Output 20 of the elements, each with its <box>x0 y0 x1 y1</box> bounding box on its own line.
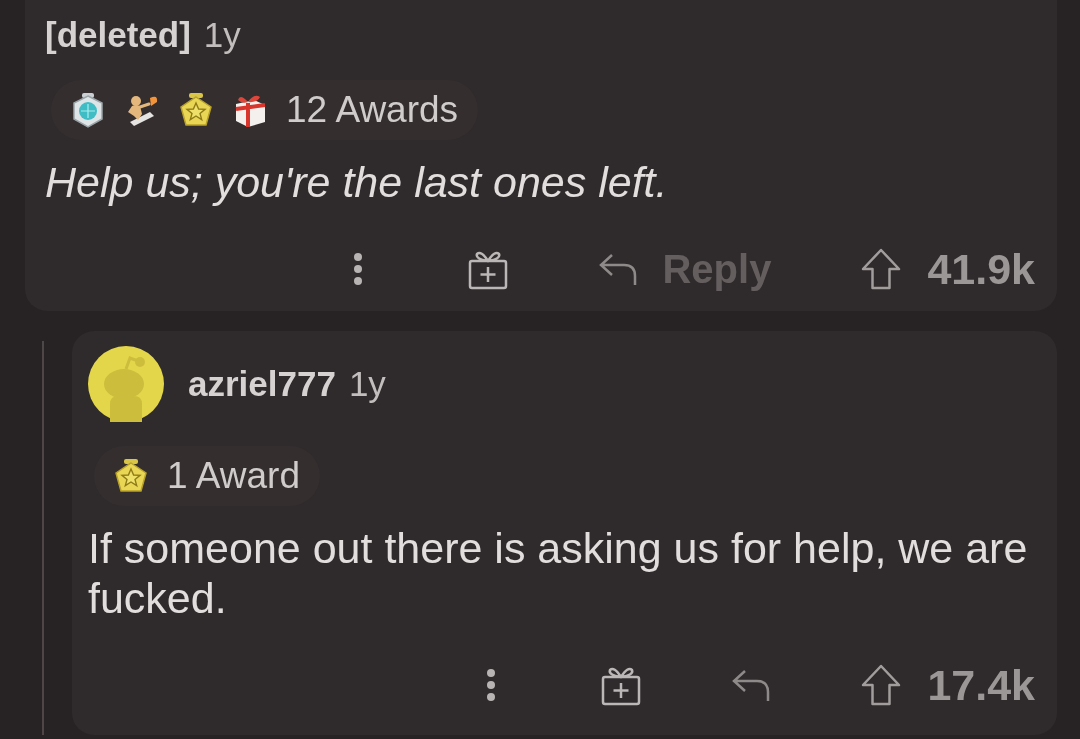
star-medal-icon <box>113 458 149 494</box>
more-icon <box>353 252 364 286</box>
username-link[interactable]: azriel777 <box>188 363 336 405</box>
reply-icon <box>731 667 772 703</box>
awards-button[interactable]: 1 Award <box>94 446 321 506</box>
more-icon <box>486 668 497 702</box>
upvote-icon <box>861 664 902 706</box>
comment-text: Help us; you're the last ones left. <box>45 157 669 207</box>
hexagon-medal-icon <box>70 92 106 128</box>
comment-age: 1y <box>203 14 241 56</box>
comment-age: 1y <box>348 363 386 405</box>
avatar-icon[interactable] <box>88 346 164 422</box>
comment-text: If someone out there is asking us for help, we are fucked. <box>88 523 1029 623</box>
star-medal-icon <box>178 92 214 128</box>
reply-icon <box>598 251 639 287</box>
vote-score: 41.9k <box>927 244 1035 294</box>
upvote-icon <box>861 248 902 290</box>
vote-score: 17.4k <box>927 660 1035 710</box>
awards-button[interactable]: 12 Awards <box>51 80 479 140</box>
username-link[interactable]: [deleted] <box>45 14 191 56</box>
